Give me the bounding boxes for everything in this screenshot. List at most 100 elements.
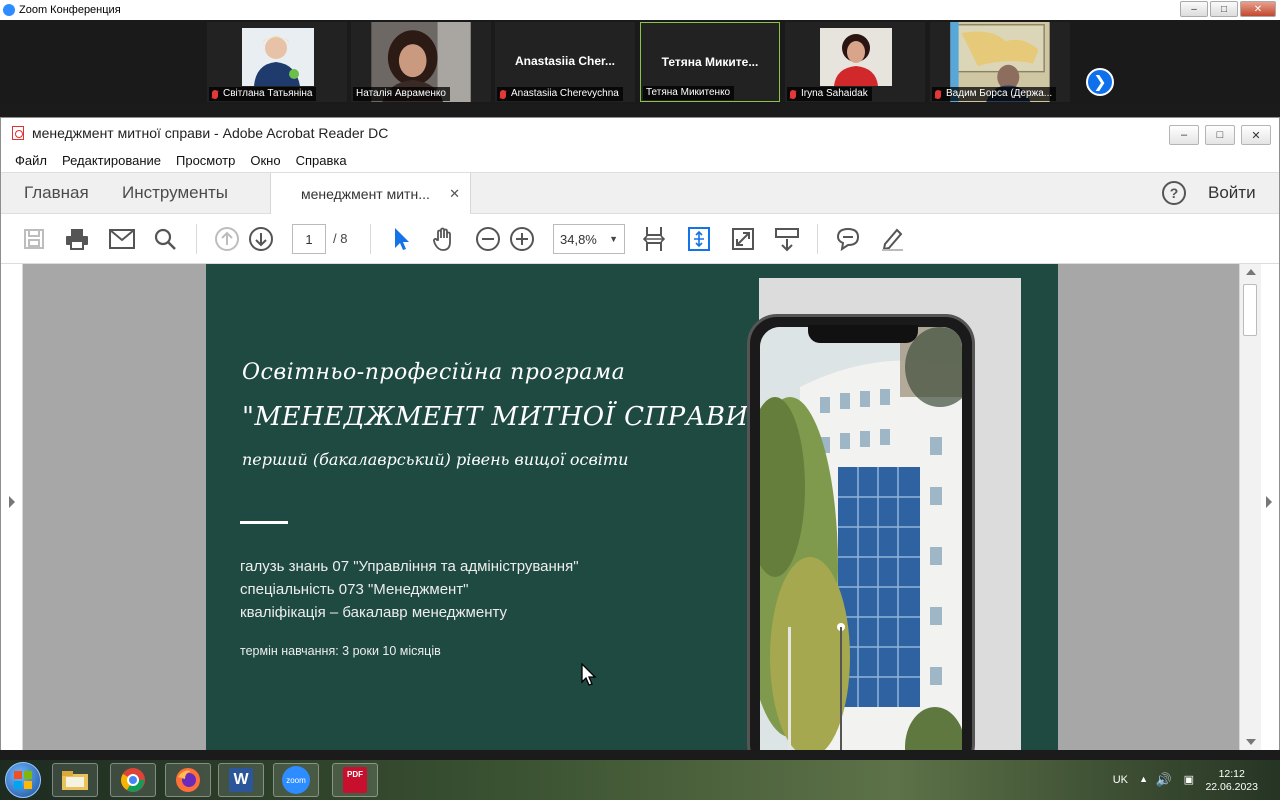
menu-help[interactable]: Справка: [296, 153, 347, 168]
next-participants-button[interactable]: ❯: [1086, 68, 1114, 96]
acrobat-window: менеджмент митної справи - Adobe Acrobat…: [0, 117, 1280, 750]
zoom-window-title: Zoom Конференция: [19, 4, 121, 16]
save-icon[interactable]: [19, 224, 49, 254]
page-number-input[interactable]: 1: [292, 224, 326, 254]
screen: Zoom Конференция – □ ✕ Світлана Татьянін…: [0, 0, 1280, 800]
hand-tool-icon[interactable]: [429, 224, 459, 254]
toolbar-divider: [817, 224, 818, 254]
menu-window[interactable]: Окно: [250, 153, 280, 168]
taskbar-firefox[interactable]: [165, 763, 211, 797]
participant-tile[interactable]: Anastasiia Cher... Anastasiia Cherevychn…: [495, 22, 635, 102]
muted-mic-icon: [500, 89, 506, 99]
participant-tile[interactable]: Світлана Татьяніна: [207, 22, 347, 102]
minimize-button[interactable]: –: [1169, 125, 1199, 145]
taskbar: W zoom PDF UK ▲ 🔊 ▣ 12:12 22.06.2023: [0, 760, 1280, 800]
slide-divider: [240, 521, 288, 524]
participant-tile[interactable]: Наталія Авраменко: [351, 22, 491, 102]
full-screen-icon[interactable]: [728, 224, 758, 254]
close-tab-icon[interactable]: ✕: [449, 186, 460, 202]
language-indicator[interactable]: UK: [1113, 774, 1128, 786]
select-cursor-icon[interactable]: [386, 224, 416, 254]
document-viewport[interactable]: Освітньо-професійна програма "МЕНЕДЖМЕНТ…: [1, 264, 1279, 750]
participant-name-label: Тетяна Микитенко: [643, 86, 735, 100]
close-button[interactable]: ✕: [1241, 125, 1271, 145]
zoom-out-icon[interactable]: [473, 224, 503, 254]
tab-bar: Главная Инструменты менеджмент митн... ✕…: [1, 172, 1279, 215]
participant-strip: Світлана Татьяніна Наталія Авраменко Ana…: [0, 20, 1280, 104]
windows-logo-icon: [14, 771, 32, 789]
menu-file[interactable]: Файл: [15, 153, 47, 168]
maximize-button[interactable]: □: [1205, 125, 1235, 145]
participant-tile-active[interactable]: Тетяна Микитe... Тетяна Микитенко: [640, 22, 780, 102]
print-icon[interactable]: [62, 224, 92, 254]
left-panel-toggle[interactable]: [1, 264, 23, 750]
tab-document[interactable]: менеджмент митн... ✕: [270, 173, 471, 215]
scrollbar-thumb[interactable]: [1243, 284, 1257, 336]
close-button[interactable]: ✕: [1240, 1, 1276, 17]
zoom-icon-label: zoom: [286, 775, 306, 785]
help-icon[interactable]: ?: [1162, 181, 1186, 205]
zoom-window-controls: – □ ✕: [1180, 1, 1276, 17]
acrobat-window-controls: – □ ✕: [1169, 125, 1271, 145]
menu-view[interactable]: Просмотр: [176, 153, 235, 168]
participant-name-label: Світлана Татьяніна: [209, 87, 317, 101]
zoom-in-icon[interactable]: [507, 224, 537, 254]
slide-heading-level: перший (бакалаврський) рівень вищої осві…: [242, 450, 629, 469]
sign-in-button[interactable]: Войти: [1208, 183, 1256, 203]
vertical-scrollbar[interactable]: [1239, 264, 1261, 750]
participant-name-label: Вадим Борса (Держа...: [932, 87, 1057, 101]
participant-display-name: Anastasiia Cher...: [514, 54, 616, 68]
pdf-page: Освітньо-професійна програма "МЕНЕДЖМЕНТ…: [206, 264, 1058, 750]
minimize-button[interactable]: –: [1180, 1, 1208, 17]
highlight-pen-icon[interactable]: [877, 224, 907, 254]
scroll-down-icon[interactable]: [1246, 739, 1256, 745]
explorer-icon: [62, 771, 88, 790]
participant-name: Iryna Sahaidak: [801, 88, 868, 99]
volume-icon[interactable]: 🔊: [1156, 772, 1172, 788]
toolbar: 1 / 8 34,8% ▼: [1, 214, 1279, 264]
taskbar-word[interactable]: W: [218, 763, 264, 797]
email-icon[interactable]: [107, 224, 137, 254]
word-icon: W: [229, 768, 253, 792]
muted-mic-icon: [935, 89, 941, 99]
clock-date: 22.06.2023: [1205, 781, 1258, 793]
acrobat-window-title: менеджмент митної справи - Adobe Acrobat…: [32, 125, 389, 141]
fit-width-icon[interactable]: [639, 224, 669, 254]
scroll-up-icon[interactable]: [1246, 269, 1256, 275]
scroll-mode-icon[interactable]: [772, 224, 802, 254]
next-page-icon[interactable]: [246, 224, 276, 254]
participant-name: Вадим Борса (Держа...: [946, 88, 1053, 99]
taskbar-chrome[interactable]: [110, 763, 156, 797]
tray-expand-icon[interactable]: ▲: [1139, 774, 1148, 784]
page-total: / 8: [333, 231, 348, 246]
fit-page-icon[interactable]: [684, 224, 714, 254]
slide-specialty: спеціальність 073 "Менеджмент": [240, 581, 469, 598]
previous-page-icon[interactable]: [212, 224, 242, 254]
menu-edit[interactable]: Редактирование: [62, 153, 161, 168]
right-panel-toggle[interactable]: [1261, 264, 1279, 750]
participant-tile[interactable]: Iryna Sahaidak: [785, 22, 925, 102]
maximize-button[interactable]: □: [1210, 1, 1238, 17]
zoom-level-select[interactable]: 34,8% ▼: [553, 224, 625, 254]
phone-notch: [808, 325, 918, 343]
participant-tile[interactable]: Вадим Борса (Держа...: [930, 22, 1070, 102]
acrobat-app-icon: [12, 126, 24, 140]
tab-home[interactable]: Главная: [24, 173, 89, 213]
taskbar-zoom[interactable]: zoom: [273, 763, 319, 797]
participant-name: Anastasiia Cherevychna: [511, 88, 619, 99]
comment-icon[interactable]: [833, 224, 863, 254]
start-button[interactable]: [5, 762, 41, 798]
search-icon[interactable]: [150, 224, 180, 254]
tab-tools[interactable]: Инструменты: [122, 173, 228, 213]
toolbar-divider: [370, 224, 371, 254]
network-icon[interactable]: ▣: [1184, 773, 1194, 786]
slide-duration: термін навчання: 3 роки 10 місяців: [240, 644, 441, 658]
chrome-icon: [121, 768, 145, 792]
chevron-right-icon: [9, 496, 15, 508]
system-clock[interactable]: 12:12 22.06.2023: [1205, 768, 1258, 794]
word-icon-label: W: [233, 771, 249, 788]
phone-screen: [760, 327, 962, 750]
taskbar-pdf-reader[interactable]: PDF: [332, 763, 378, 797]
slide-qualification: кваліфікація – бакалавр менеджменту: [240, 604, 508, 621]
taskbar-explorer[interactable]: [52, 763, 98, 797]
